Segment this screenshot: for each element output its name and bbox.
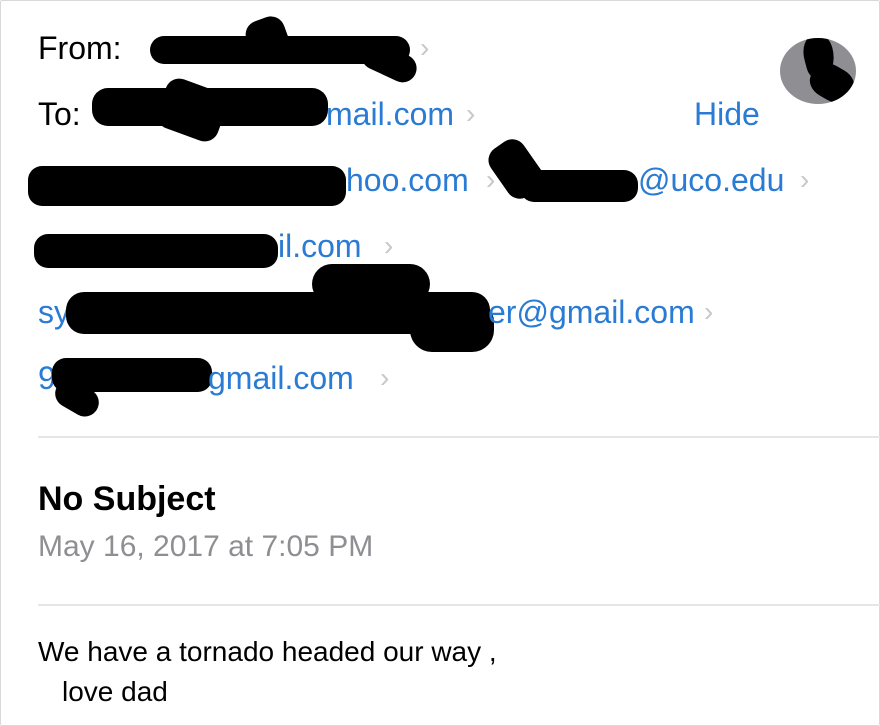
message-subject: No Subject — [38, 480, 216, 518]
recipient-address-4[interactable]: il.com — [278, 228, 362, 265]
recipient-redaction — [34, 234, 278, 268]
recipient-redaction-stroke — [410, 300, 494, 352]
message-body-line-1: We have a tornado headed our way , — [38, 636, 497, 667]
message-date: May 16, 2017 at 7:05 PM — [38, 530, 374, 563]
chevron-right-icon[interactable]: › — [384, 230, 393, 262]
chevron-right-icon[interactable]: › — [380, 362, 389, 394]
recipient-address-5[interactable]: er@gmail.com — [488, 294, 695, 331]
recipient-redaction — [28, 166, 346, 206]
message-body-line-2: love dad — [62, 676, 168, 707]
chevron-right-icon[interactable]: › — [420, 32, 429, 64]
to-label: To: — [38, 96, 81, 132]
recipient-address-3[interactable]: @uco.edu — [638, 162, 784, 199]
recipient-redaction-stroke — [312, 264, 430, 304]
from-label: From: — [38, 30, 122, 66]
body-divider — [38, 604, 880, 606]
contact-avatar-icon[interactable] — [780, 38, 856, 104]
recipient-address-6[interactable]: gmail.com — [208, 360, 354, 397]
chevron-right-icon[interactable]: › — [704, 296, 713, 328]
recipient-address-1[interactable]: mail.com — [326, 96, 454, 133]
chevron-right-icon[interactable]: › — [800, 164, 809, 196]
hide-button[interactable]: Hide — [694, 96, 760, 133]
recipient-redaction — [520, 170, 638, 202]
recipient-address-2[interactable]: hoo.com — [346, 162, 469, 199]
chevron-right-icon[interactable]: › — [466, 98, 475, 130]
header-divider — [38, 436, 880, 438]
